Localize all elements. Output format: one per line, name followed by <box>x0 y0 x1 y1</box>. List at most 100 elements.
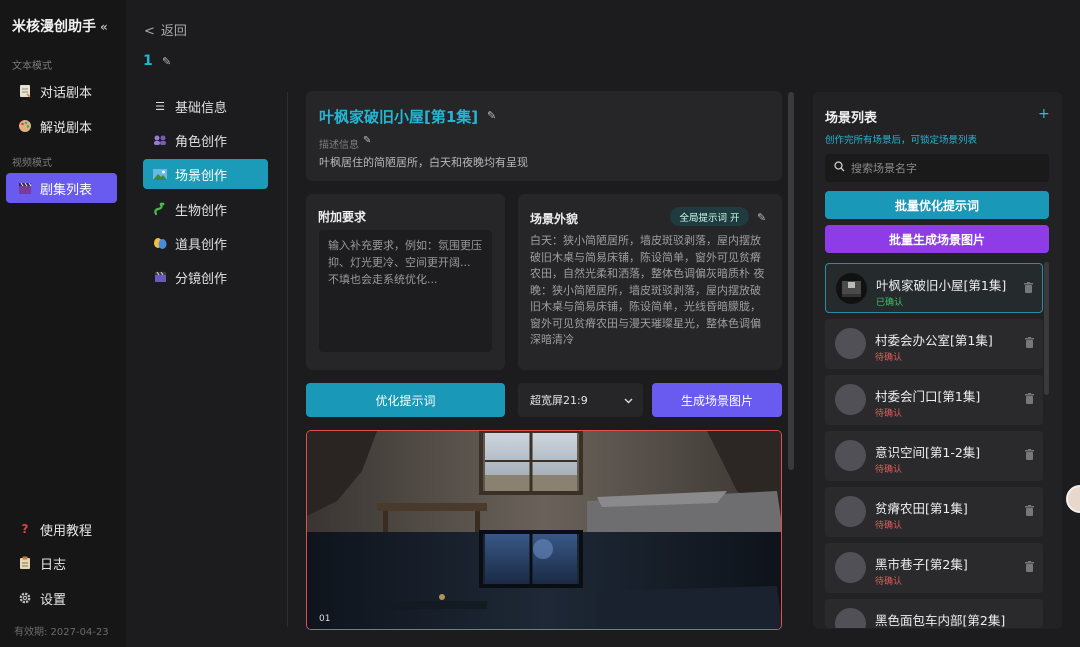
sidebar-item-tutorial[interactable]: ? 使用教程 <box>6 514 117 544</box>
subnav-label: 生物创作 <box>175 203 228 219</box>
edit-episode-icon[interactable]: ✎ <box>162 55 171 68</box>
scene-item-status: 待确认 <box>875 353 903 363</box>
subnav-character[interactable]: 角色创作 <box>143 125 268 155</box>
column-divider <box>287 92 288 627</box>
palette-icon <box>18 119 32 133</box>
edit-appearance-icon[interactable]: ✎ <box>757 211 766 224</box>
scene-thumbnail <box>835 608 866 628</box>
gear-icon <box>18 591 32 605</box>
scene-item-status: 待确认 <box>875 409 903 419</box>
subnav-storyboard[interactable]: 分镜创作 <box>143 262 268 292</box>
scene-item-name: 贫瘠农田[第1集] <box>875 501 968 516</box>
back-button[interactable]: < 返回 <box>144 20 187 39</box>
add-scene-icon[interactable]: + <box>1038 106 1050 122</box>
scene-thumbnail <box>835 384 866 415</box>
main-scrollbar[interactable] <box>788 92 794 470</box>
edit-description-icon[interactable]: ✎ <box>363 135 371 146</box>
search-icon <box>834 161 845 175</box>
sidebar-item-label: 使用教程 <box>40 523 93 539</box>
scene-list-item[interactable]: 黑市巷子[第2集] 待确认 <box>825 543 1043 593</box>
trash-icon[interactable] <box>1025 449 1034 460</box>
section-label-video-mode: 视频模式 <box>12 158 52 169</box>
search-placeholder: 搜索场景名字 <box>851 162 917 175</box>
generate-scene-image-button[interactable]: 生成场景图片 <box>652 383 782 417</box>
sidebar-item-episode-list[interactable]: 剧集列表 <box>6 173 117 203</box>
global-prompt-toggle[interactable]: 全局提示词 开 <box>670 207 749 226</box>
sidebar-item-label: 对话剧本 <box>40 85 93 101</box>
script-icon <box>18 84 32 98</box>
collapse-sidebar-icon[interactable]: « <box>100 20 108 34</box>
section-label-text-mode: 文本模式 <box>12 61 52 72</box>
image-index: 01 <box>319 614 331 624</box>
help-icon: ? <box>21 522 29 536</box>
subnav-label: 基础信息 <box>175 100 228 116</box>
scene-list-item[interactable]: 黑色面包车内部[第2集] <box>825 599 1043 628</box>
scene-item-name: 村委会门口[第1集] <box>875 389 981 404</box>
subnav-creature[interactable]: 生物创作 <box>143 194 268 224</box>
scene-item-status: 待确认 <box>875 577 903 587</box>
aspect-ratio-select[interactable]: 超宽屏21:9 <box>518 383 643 417</box>
scene-item-name: 叶枫家破旧小屋[第1集] <box>876 278 1007 293</box>
scene-item-name: 意识空间[第1-2集] <box>875 445 981 460</box>
scene-item-name: 黑色面包车内部[第2集] <box>875 613 1006 628</box>
scene-image <box>307 431 781 629</box>
clapperboard-icon <box>18 181 32 195</box>
scene-list-item[interactable]: 村委会门口[第1集] 待确认 <box>825 375 1043 425</box>
subnav-label: 场景创作 <box>175 168 228 184</box>
scene-list-item[interactable]: 叶枫家破旧小屋[第1集] 已确认 <box>825 263 1043 313</box>
scene-thumbnail <box>836 273 867 304</box>
subnav-scene[interactable]: 场景创作 <box>143 159 268 189</box>
scene-list-item[interactable]: 贫瘠农田[第1集] 待确认 <box>825 487 1043 537</box>
scene-list-hint: 创作完所有场景后，可锁定场景列表 <box>825 135 978 146</box>
trash-icon[interactable] <box>1025 561 1034 572</box>
prop-icon <box>153 236 167 250</box>
scene-search-input[interactable]: 搜索场景名字 <box>825 154 1049 182</box>
scene-list-scrollbar[interactable] <box>1044 262 1049 395</box>
scene-item-name: 黑市巷子[第2集] <box>875 557 968 572</box>
sidebar-item-label: 剧集列表 <box>40 182 93 198</box>
scene-appearance-text[interactable]: 白天：狭小简陋居所，墙皮斑驳剥落，屋内摆放破旧木桌与简易床铺，陈设简单，窗外可见… <box>530 233 765 349</box>
trash-icon[interactable] <box>1025 337 1034 348</box>
subnav-label: 分镜创作 <box>175 271 228 287</box>
scene-list-item[interactable]: 意识空间[第1-2集] 待确认 <box>825 431 1043 481</box>
subnav-prop[interactable]: 道具创作 <box>143 228 268 258</box>
chevron-down-icon <box>624 394 633 407</box>
subnav-label: 道具创作 <box>175 237 228 253</box>
sidebar-item-narration-script[interactable]: 解说剧本 <box>6 111 117 141</box>
avatar[interactable] <box>1066 485 1080 513</box>
subnav-label: 角色创作 <box>175 134 228 150</box>
scene-thumbnail <box>835 496 866 527</box>
trash-icon[interactable] <box>1025 505 1034 516</box>
sidebar-item-label: 日志 <box>40 557 67 573</box>
sidebar-item-settings[interactable]: 设置 <box>6 583 117 613</box>
scene-thumbnail <box>835 440 866 471</box>
edit-scene-name-icon[interactable]: ✎ <box>487 109 496 122</box>
scene-name: 叶枫家破旧小屋[第1集] <box>319 108 479 126</box>
log-icon <box>18 556 32 570</box>
creature-icon <box>153 202 167 216</box>
sidebar-item-label: 设置 <box>40 592 67 608</box>
scene-item-status: 待确认 <box>875 465 903 475</box>
storyboard-icon <box>153 270 167 284</box>
extra-requirements-title: 附加要求 <box>318 210 367 224</box>
batch-generate-images-button[interactable]: 批量生成场景图片 <box>825 225 1049 253</box>
scene-item-status: 已确认 <box>876 298 904 308</box>
optimize-prompt-button[interactable]: 优化提示词 <box>306 383 505 417</box>
episode-number: 1 <box>143 53 153 69</box>
scene-image-preview[interactable] <box>306 430 782 630</box>
scene-list-item[interactable]: 村委会办公室[第1集] 待确认 <box>825 319 1043 369</box>
trash-icon[interactable] <box>1025 393 1034 404</box>
scene-item-name: 村委会办公室[第1集] <box>875 333 993 348</box>
extra-requirements-input[interactable]: 输入补充要求，例如：氛围更压抑、灯光更冷、空间更开阔... 不填也会走系统优化.… <box>319 230 492 352</box>
sidebar-item-label: 解说剧本 <box>40 120 93 136</box>
scene-thumbnail <box>835 328 866 359</box>
sidebar-item-dialogue-script[interactable]: 对话剧本 <box>6 76 117 106</box>
description-label: 描述信息 <box>319 140 359 151</box>
trash-icon[interactable] <box>1024 282 1033 293</box>
subnav-basic-info[interactable]: ☰ 基础信息 <box>143 91 268 121</box>
scene-description: 叶枫居住的简陋居所，白天和夜晚均有呈现 <box>319 156 528 169</box>
chevron-left-icon: < <box>144 24 155 39</box>
batch-optimize-prompt-button[interactable]: 批量优化提示词 <box>825 191 1049 219</box>
scene-thumbnail <box>835 552 866 583</box>
sidebar-item-log[interactable]: 日志 <box>6 548 117 578</box>
